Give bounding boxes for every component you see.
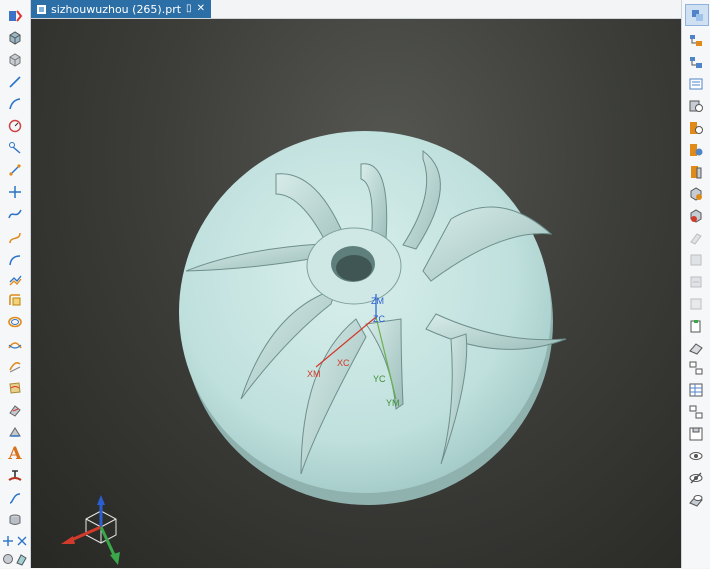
right-toolbar — [681, 0, 710, 568]
assembly-navigator-icon[interactable] — [685, 30, 707, 50]
circle-icon[interactable] — [4, 116, 26, 136]
hide-icon[interactable] — [685, 468, 707, 488]
axis-label-xc: XC — [337, 358, 350, 368]
delete-icon[interactable]: ▯ — [186, 4, 192, 14]
isoparametric-curve-icon[interactable] — [4, 400, 26, 420]
disc-face — [179, 131, 551, 493]
offset-curve-icon[interactable] — [4, 270, 26, 290]
surface-curve-icon[interactable] — [4, 378, 26, 398]
axis-label-zc: ZC — [373, 314, 385, 324]
face-icon[interactable] — [685, 338, 707, 358]
system-scenes-icon[interactable] — [685, 272, 707, 292]
curve-icon[interactable] — [4, 250, 26, 270]
tab-title: sizhouwuzhou (265).prt — [51, 2, 182, 16]
extract-curve-icon[interactable] — [4, 422, 26, 442]
close-icon[interactable]: ✕ — [197, 4, 205, 14]
table-icon[interactable] — [685, 380, 707, 400]
section-curve-icon[interactable] — [4, 356, 26, 376]
cross-point-icon[interactable] — [4, 182, 26, 202]
roles-icon[interactable] — [685, 250, 707, 270]
text-icon[interactable]: A — [4, 444, 26, 464]
axis-label-ym: YM — [386, 398, 400, 408]
show-icon[interactable] — [685, 446, 707, 466]
sequence-step-icon[interactable] — [685, 402, 707, 422]
text-on-face-icon[interactable] — [4, 466, 26, 486]
sequence-icon[interactable] — [685, 358, 707, 378]
intersect-curve-icon[interactable] — [4, 334, 26, 354]
select-filter-icon[interactable] — [685, 4, 709, 26]
datum-cube-icon[interactable] — [4, 28, 26, 48]
axis-label-yc: YC — [373, 374, 386, 384]
bridge-curve-icon[interactable] — [4, 290, 26, 310]
system-materials-icon[interactable] — [685, 184, 707, 204]
graphics-viewport[interactable]: ZM ZC XM XC YC YM — [31, 19, 682, 568]
web-browser-icon[interactable] — [685, 140, 707, 160]
reuse-library-icon[interactable] — [685, 96, 707, 116]
arc-icon[interactable] — [4, 94, 26, 114]
tab-part-file[interactable]: sizhouwuzhou (265).prt ▯ ✕ — [31, 0, 211, 18]
history-icon[interactable] — [685, 162, 707, 182]
process-studio-icon[interactable] — [685, 206, 707, 226]
spline-icon[interactable] — [4, 204, 26, 224]
show-hide-icon[interactable] — [685, 490, 707, 510]
manufacturing-wizard-icon[interactable] — [685, 228, 707, 248]
hd3d-tools-icon[interactable] — [685, 118, 707, 138]
helix-icon[interactable] — [4, 228, 26, 248]
point-curve-icon[interactable] — [4, 138, 26, 158]
tab-bar: sizhouwuzhou (265).prt ▯ ✕ — [31, 0, 682, 19]
part-file-icon — [37, 4, 46, 14]
axis-label-zm: ZM — [371, 296, 384, 306]
project-curve-icon[interactable] — [4, 312, 26, 332]
constraint-navigator-icon[interactable] — [685, 52, 707, 72]
line-icon[interactable] — [4, 72, 26, 92]
left-toolbar: A — [0, 0, 31, 568]
part-navigator-icon[interactable] — [685, 74, 707, 94]
palette-icon[interactable] — [685, 294, 707, 314]
point-set-icon[interactable] — [1, 531, 29, 551]
block-icon[interactable] — [4, 50, 26, 70]
view-triad-icon — [61, 495, 120, 565]
point-icon[interactable] — [4, 160, 26, 180]
clipboard-icon[interactable] — [685, 316, 707, 336]
save-icon[interactable] — [685, 424, 707, 444]
cylinder-icon[interactable] — [4, 510, 26, 530]
sketch-icon[interactable] — [4, 6, 26, 26]
axis-label-xm: XM — [307, 369, 321, 379]
impeller-model: ZM ZC XM XC YC YM — [61, 131, 567, 565]
hub-bore-inner — [336, 255, 372, 281]
curve-analysis-icon[interactable] — [1, 549, 29, 569]
curve-blend-icon[interactable] — [4, 488, 26, 508]
